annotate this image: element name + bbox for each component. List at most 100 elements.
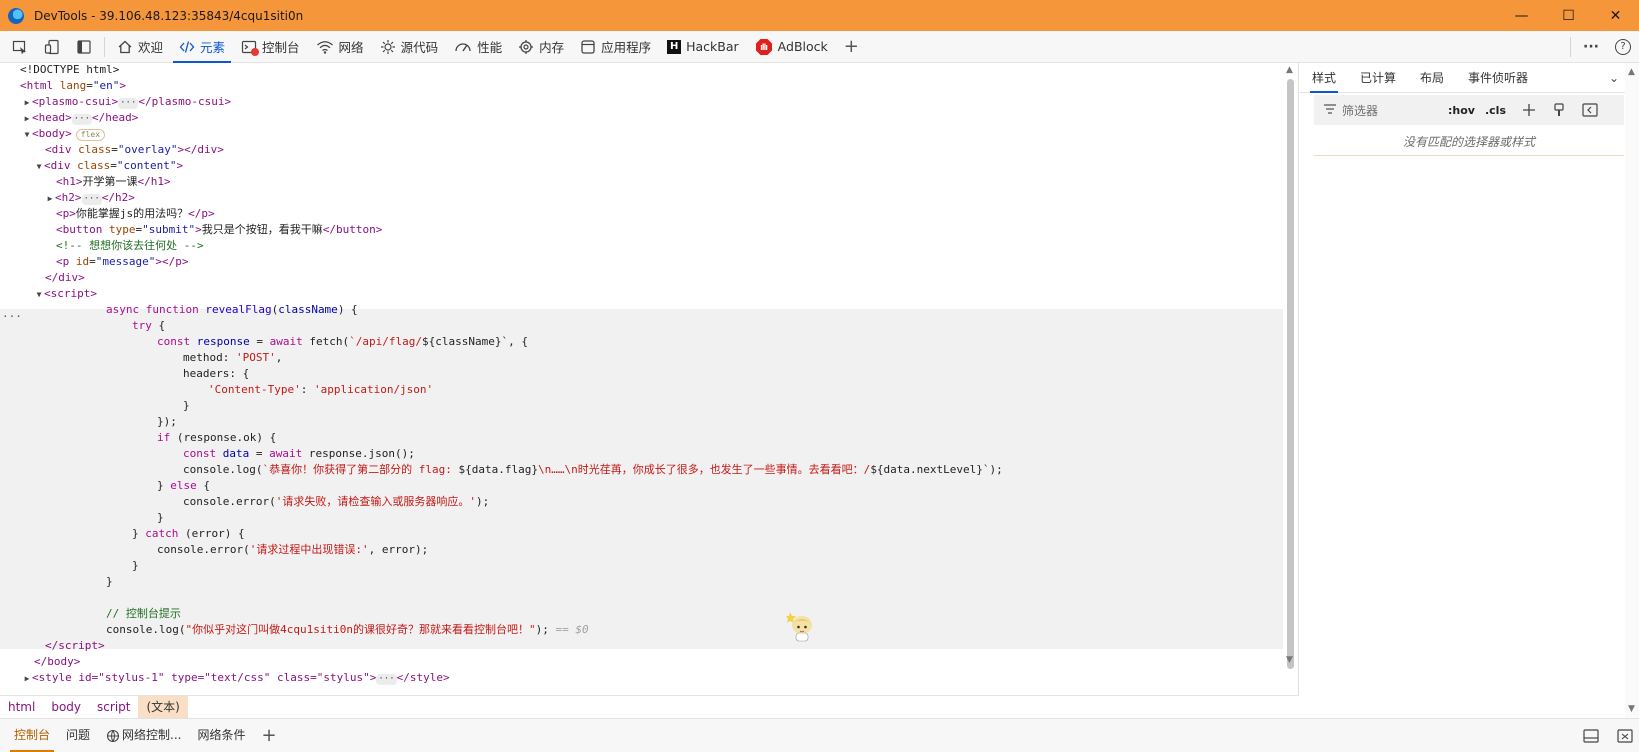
title-bar: DevTools - 39.106.48.123:35843/4cqu1siti… — [0, 0, 1639, 31]
paint-brush-icon[interactable] — [1552, 103, 1566, 117]
tab-performance[interactable]: 性能 — [446, 31, 510, 63]
code-token: ${data.nextLevel} — [870, 463, 983, 476]
plasmo-node[interactable]: ▶ <plasmo-csui> ··· </plasmo-csui> — [22, 94, 231, 110]
h1-node[interactable]: <h1>开学第一课</h1> — [56, 174, 171, 190]
div-close[interactable]: </div> — [45, 270, 85, 286]
code-token: fetch( — [309, 335, 350, 348]
code-token: '请求过程中出现错误:' — [249, 543, 369, 556]
code-line: try { — [132, 319, 166, 332]
new-style-rule-icon[interactable] — [1522, 103, 1536, 117]
filter-icon — [1324, 103, 1336, 117]
script-close[interactable]: </script> — [45, 638, 105, 654]
tab-console[interactable]: 控制台 — [233, 31, 308, 63]
h2-node[interactable]: ▶ <h2> ··· </h2> — [45, 190, 135, 206]
code-line: console.log(`恭喜你！你获得了第二部分的 flag: ${data.… — [183, 462, 1003, 478]
drawer-tab-network-conditions[interactable]: 网络条件 — [189, 719, 253, 752]
help-icon[interactable]: ? — [1607, 32, 1639, 62]
add-tab-button[interactable]: + — [836, 31, 867, 63]
styles-filter-input[interactable]: 筛选器 — [1342, 102, 1438, 119]
collapsed-ellipsis[interactable]: ··· — [376, 674, 397, 685]
chevron-down-icon[interactable]: ⌄ — [1609, 71, 1619, 85]
collapse-triangle-icon[interactable]: ▼ — [34, 287, 44, 303]
drawer-tab-issues[interactable]: 问题 — [58, 719, 98, 752]
tab-welcome[interactable]: 欢迎 — [109, 31, 171, 63]
toggle-sidebar-icon[interactable] — [1582, 103, 1598, 117]
tab-memory[interactable]: 内存 — [510, 31, 572, 63]
p-text: 你能掌握js的用法吗？ — [75, 207, 189, 220]
inspect-element-icon[interactable] — [4, 32, 36, 62]
drawer-add-button[interactable]: + — [254, 719, 285, 752]
toolbar-divider — [1570, 37, 1571, 57]
collapse-triangle-icon[interactable]: ▼ — [34, 159, 44, 175]
dock-drawer-icon[interactable] — [1583, 728, 1599, 743]
close-button[interactable]: ✕ — [1592, 0, 1639, 31]
drawer-tab-console[interactable]: 控制台 — [6, 719, 58, 752]
expand-triangle-icon[interactable]: ▶ — [22, 111, 32, 127]
hov-toggle[interactable]: :hov — [1448, 104, 1475, 117]
collapsed-ellipsis[interactable]: ··· — [81, 194, 102, 205]
gear-source-icon — [380, 39, 396, 55]
more-options-icon[interactable]: ··· — [1575, 32, 1607, 62]
collapsed-ellipsis[interactable]: ··· — [118, 98, 139, 109]
tab-application[interactable]: 应用程序 — [572, 31, 659, 63]
styles-filter-bar: 筛选器 :hov .cls — [1314, 95, 1624, 125]
code-token: '请求失败，请检查输入或服务器响应。' — [275, 495, 476, 508]
close-drawer-icon[interactable] — [1617, 728, 1633, 743]
tab-adblock[interactable]: AdBlock — [747, 31, 836, 63]
dock-side-icon[interactable] — [68, 32, 100, 62]
expand-triangle-icon[interactable]: ▶ — [22, 95, 32, 111]
tab-elements[interactable]: 元素 — [171, 31, 233, 63]
body-node[interactable]: ▼ <body> flex — [22, 126, 106, 143]
content-div-node[interactable]: ▼ <div class="content"> — [34, 158, 184, 175]
tab-sources[interactable]: 源代码 — [372, 31, 447, 63]
code-token: const — [157, 335, 191, 348]
tab-layout[interactable]: 布局 — [1408, 63, 1456, 93]
device-emulation-icon[interactable] — [36, 32, 68, 62]
scrollbar-thumb[interactable] — [1287, 79, 1294, 669]
tab-hackbar[interactable]: H HackBar — [659, 31, 747, 63]
expand-triangle-icon[interactable]: ▶ — [22, 671, 32, 687]
tag-name: body — [47, 655, 74, 668]
performance-icon — [454, 39, 472, 55]
p-node[interactable]: <p>你能掌握js的用法吗？</p> — [56, 206, 215, 222]
node-actions-icon[interactable]: ··· — [2, 310, 22, 323]
elements-scrollbar[interactable]: ▲ ▼ — [1283, 63, 1298, 695]
html-node[interactable]: <html lang="en"> — [20, 78, 126, 94]
message-p-node[interactable]: <p id="message"></p> — [56, 254, 188, 270]
doctype-line[interactable]: <!DOCTYPE html> — [20, 63, 119, 78]
flex-badge[interactable]: flex — [75, 129, 106, 141]
button-node[interactable]: <button type="submit">我只是个按钮，看我干嘛</butto… — [56, 222, 382, 238]
scroll-up-icon[interactable]: ▲ — [1286, 65, 1293, 75]
overlay-div-node[interactable]: <div class="overlay"></div> — [45, 142, 224, 158]
minimize-button[interactable]: — — [1498, 0, 1545, 31]
breadcrumb-item[interactable]: body — [43, 696, 89, 718]
tab-network[interactable]: 网络 — [308, 31, 372, 63]
scroll-up-icon[interactable]: ▲ — [1628, 67, 1635, 77]
drawer-tab-network-console[interactable]: 网络控制... — [98, 719, 189, 752]
code-token: response.json(); — [308, 447, 415, 460]
tab-event-listeners[interactable]: 事件侦听器 — [1456, 63, 1540, 93]
collapse-triangle-icon[interactable]: ▼ — [22, 127, 32, 143]
breadcrumb-item[interactable]: html — [0, 696, 43, 718]
breadcrumb-item[interactable]: script — [89, 696, 138, 718]
code-token: await — [269, 447, 303, 460]
scroll-down-icon[interactable]: ▼ — [1628, 704, 1635, 714]
tab-styles[interactable]: 样式 — [1300, 63, 1348, 93]
code-token: 'Content-Type' — [208, 383, 301, 396]
code-token: console.log( — [106, 623, 186, 636]
styles-scrollbar[interactable]: ▲ ▼ — [1625, 63, 1639, 718]
cls-toggle[interactable]: .cls — [1485, 104, 1506, 117]
tab-computed[interactable]: 已计算 — [1348, 63, 1408, 93]
breadcrumb-item-selected[interactable]: (文本) — [138, 696, 188, 718]
scroll-down-icon[interactable]: ▼ — [1286, 655, 1293, 665]
collapsed-ellipsis[interactable]: ··· — [71, 114, 93, 125]
code-token: await — [269, 335, 303, 348]
script-node[interactable]: ▼ <script> — [34, 286, 97, 302]
expand-triangle-icon[interactable]: ▶ — [45, 191, 55, 207]
body-close[interactable]: </body> — [34, 654, 80, 670]
head-node[interactable]: ▶ <head> ··· </head> — [22, 110, 138, 126]
maximize-button[interactable]: ☐ — [1545, 0, 1592, 31]
code-token: // 控制台提示 — [106, 607, 181, 620]
style-node[interactable]: ▶ <style id="stylus-1" type="text/css" cl… — [22, 670, 450, 686]
comment-node[interactable]: <!-- 想想你该去往何处 --> — [56, 238, 204, 254]
